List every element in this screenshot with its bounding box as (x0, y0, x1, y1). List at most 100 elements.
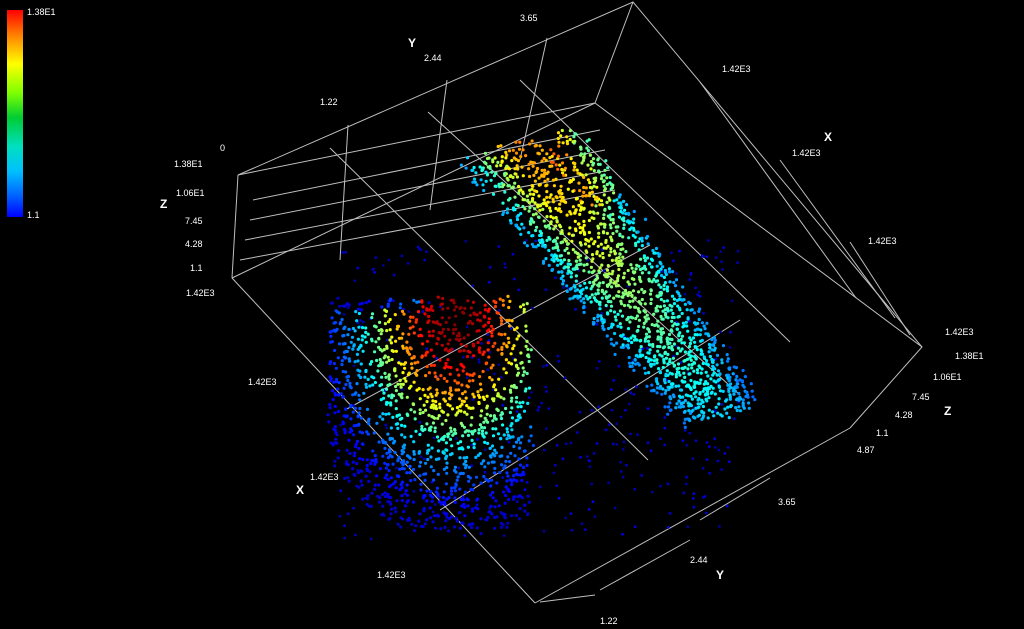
data-point (377, 345, 381, 349)
data-point (506, 294, 510, 298)
data-point (510, 483, 514, 487)
data-point (444, 441, 448, 445)
data-point (500, 445, 504, 449)
data-point (683, 350, 688, 354)
data-point (477, 401, 481, 406)
data-point (619, 209, 623, 214)
data-point (423, 427, 427, 431)
data-point (505, 437, 509, 441)
data-point (659, 297, 664, 302)
data-point (403, 435, 407, 439)
data-point (549, 209, 553, 213)
data-point (594, 277, 598, 282)
data-point (383, 446, 387, 450)
data-point (531, 213, 536, 217)
data-point (687, 409, 691, 413)
data-point (616, 276, 620, 280)
data-point (400, 416, 404, 420)
data-point (489, 493, 493, 497)
data-point (620, 314, 625, 318)
data-point (634, 305, 638, 309)
data-point (496, 348, 500, 352)
data-point (517, 446, 522, 450)
plot-3d[interactable]: 0 1.22 2.44 3.65 Y 1.38E1 1.06E1 7.45 4.… (0, 0, 1024, 629)
data-point (418, 411, 422, 416)
data-point (466, 498, 470, 502)
data-point (569, 212, 573, 216)
data-point (526, 347, 530, 351)
data-point (741, 398, 745, 402)
data-point (494, 499, 498, 503)
data-point (465, 376, 469, 380)
data-point (659, 314, 663, 319)
data-point (419, 482, 423, 486)
data-point (434, 526, 437, 530)
data-point (557, 270, 561, 274)
data-point (664, 372, 668, 376)
data-point (543, 224, 548, 228)
data-point (390, 335, 394, 339)
data-point (528, 192, 532, 196)
data-point (664, 389, 668, 393)
data-point (668, 385, 672, 389)
data-point (522, 449, 527, 453)
data-point (489, 178, 493, 182)
data-point (437, 457, 441, 461)
data-point (525, 194, 530, 198)
data-point (615, 422, 619, 425)
data-point (453, 500, 457, 505)
data-point (571, 189, 575, 193)
data-point (538, 144, 542, 148)
y-tick-back-2: 2.44 (424, 53, 442, 63)
data-point (542, 448, 546, 452)
data-point (389, 476, 393, 480)
data-point (584, 249, 588, 253)
data-point (381, 264, 385, 267)
data-point (333, 348, 337, 353)
data-point (664, 356, 669, 360)
data-point (636, 240, 641, 244)
data-point (705, 362, 710, 366)
data-point (436, 472, 440, 476)
data-point (499, 144, 503, 148)
data-point (571, 205, 576, 209)
data-point (591, 210, 595, 214)
data-point (466, 299, 470, 303)
data-point (488, 454, 493, 458)
data-point (579, 455, 582, 459)
data-point (436, 449, 440, 453)
data-point (680, 334, 685, 338)
data-point (384, 375, 388, 379)
data-point (674, 272, 678, 275)
data-point (727, 416, 731, 420)
data-point (450, 393, 454, 397)
data-point (683, 425, 687, 429)
data-point (677, 291, 681, 295)
data-point (500, 412, 504, 416)
data-point (497, 377, 501, 381)
data-point (544, 201, 548, 205)
data-point (504, 493, 508, 498)
data-point (519, 155, 523, 159)
data-point (624, 408, 627, 412)
data-point (656, 349, 660, 353)
data-point (706, 332, 710, 336)
data-point (452, 486, 457, 490)
data-point (412, 450, 416, 454)
data-point (683, 409, 687, 413)
data-point (492, 397, 496, 401)
data-point (426, 320, 430, 325)
data-point (607, 294, 612, 298)
data-point (712, 414, 716, 418)
data-point (626, 268, 630, 273)
data-point (401, 332, 405, 336)
data-point (516, 213, 521, 217)
data-point (696, 371, 700, 375)
data-point (518, 401, 522, 405)
data-point (584, 256, 588, 260)
data-point (557, 496, 561, 500)
data-point (621, 235, 625, 239)
data-point (525, 463, 529, 467)
data-point (506, 184, 510, 188)
data-point (344, 407, 348, 411)
